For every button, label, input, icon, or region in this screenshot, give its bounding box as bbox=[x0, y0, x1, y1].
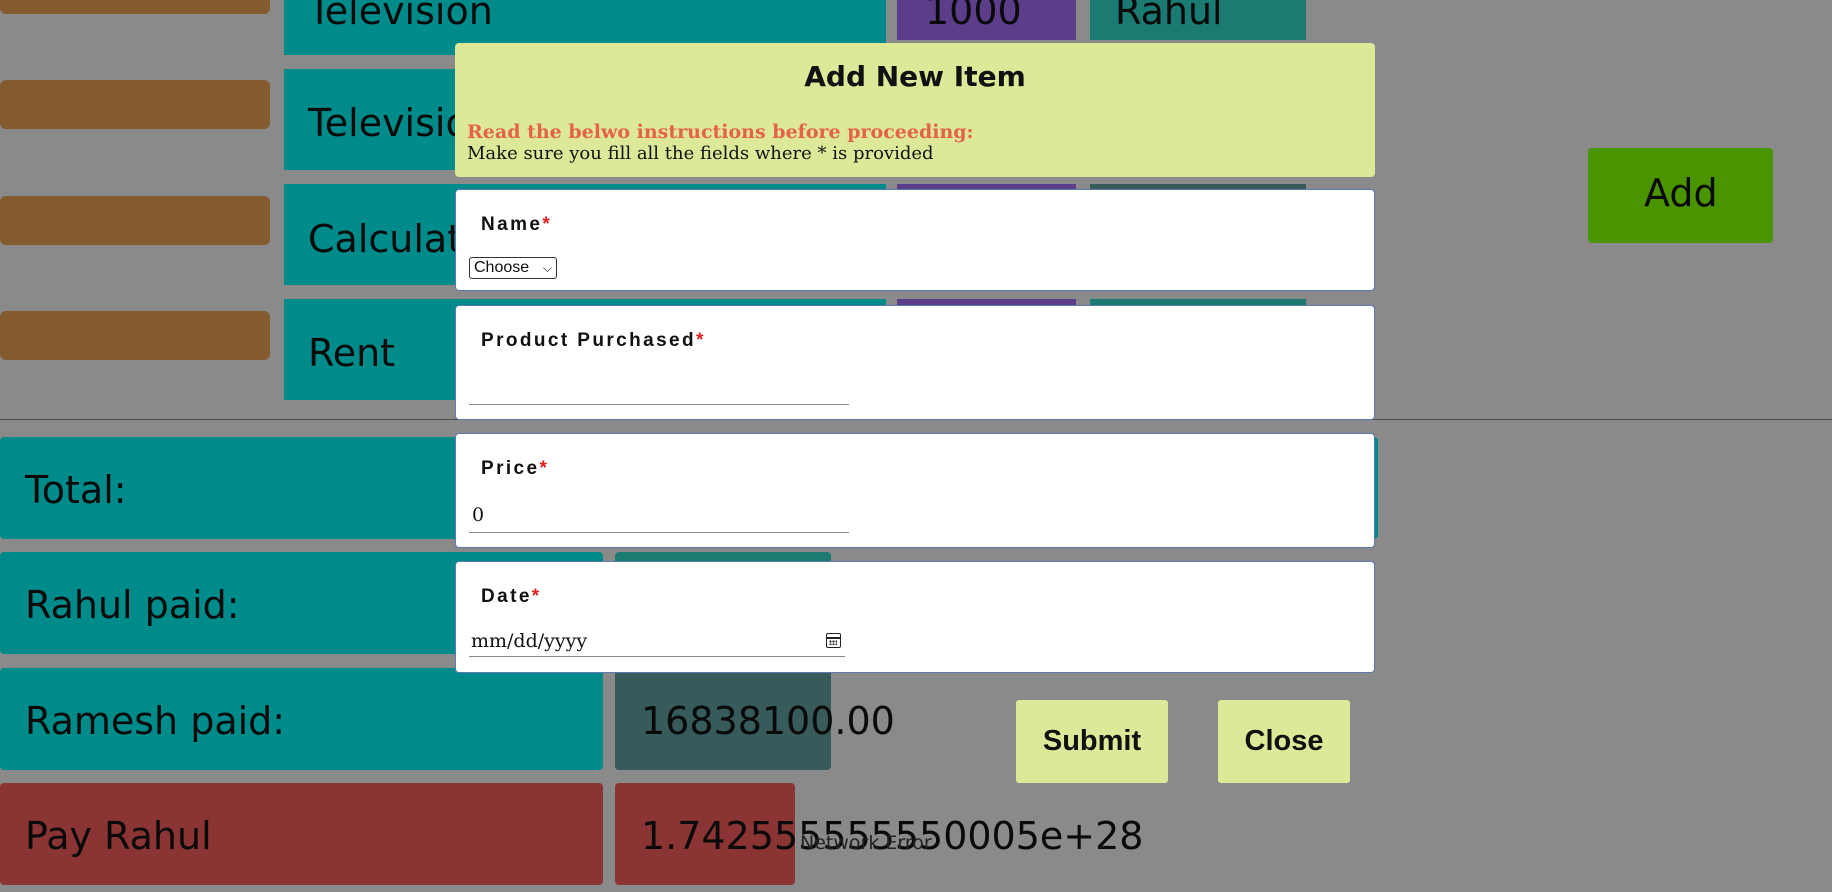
required-mark: * bbox=[539, 458, 550, 479]
row-handle[interactable] bbox=[0, 311, 270, 360]
pay-label: Pay Rahul bbox=[25, 814, 212, 858]
instruction-text: Make sure you fill all the fields where … bbox=[467, 143, 934, 164]
price-input-value: 0 bbox=[472, 504, 485, 526]
product-field-label: Product Purchased* bbox=[481, 330, 706, 351]
close-button[interactable]: Close bbox=[1218, 700, 1350, 783]
price-field-label: Price* bbox=[481, 458, 550, 479]
date-input[interactable]: mm/dd/yyyy bbox=[469, 630, 845, 657]
submit-button[interactable]: Submit bbox=[1016, 700, 1168, 783]
chevron-down-icon: ⌵ bbox=[542, 261, 552, 275]
person-cell-value: Rahul bbox=[1115, 0, 1223, 33]
product-row-label: Television bbox=[308, 0, 493, 33]
calendar-icon[interactable] bbox=[826, 633, 841, 648]
name-field-card: Name* Choose ⌵ bbox=[455, 189, 1375, 291]
name-select-value: Choose bbox=[474, 259, 530, 276]
product-row-label: Televisio bbox=[308, 101, 469, 145]
total-label: Total: bbox=[25, 468, 127, 512]
instruction-heading: Read the belwo instructions before proce… bbox=[467, 121, 974, 143]
product-input[interactable] bbox=[469, 378, 849, 405]
network-error-text: Network Error bbox=[800, 832, 932, 854]
price-field-card: Price* 0 bbox=[455, 433, 1375, 548]
modal-header: Add New Item Read the belwo instructions… bbox=[455, 43, 1375, 177]
date-field-card: Date* mm/dd/yyyy bbox=[455, 561, 1375, 673]
ramesh-paid-label: Ramesh paid: bbox=[25, 699, 286, 743]
product-row-label: Rent bbox=[308, 331, 396, 375]
price-input[interactable]: 0 bbox=[469, 504, 849, 533]
date-field-label: Date* bbox=[481, 586, 542, 607]
date-placeholder: mm/dd/yyyy bbox=[471, 630, 588, 652]
required-mark: * bbox=[542, 214, 553, 235]
price-cell-value: 1000 bbox=[925, 0, 1022, 33]
required-mark: * bbox=[531, 586, 542, 607]
name-select[interactable]: Choose ⌵ bbox=[469, 257, 557, 279]
row-handle[interactable] bbox=[0, 0, 270, 14]
add-button-label: Add bbox=[1644, 171, 1718, 215]
name-field-label: Name* bbox=[481, 214, 553, 235]
rahul-paid-label: Rahul paid: bbox=[25, 583, 240, 627]
product-field-card: Product Purchased* bbox=[455, 305, 1375, 420]
row-handle[interactable] bbox=[0, 80, 270, 129]
modal-title: Add New Item bbox=[804, 60, 1026, 93]
required-mark: * bbox=[696, 330, 706, 351]
ramesh-paid-value: 16838100.00 bbox=[641, 699, 895, 743]
row-handle[interactable] bbox=[0, 196, 270, 245]
